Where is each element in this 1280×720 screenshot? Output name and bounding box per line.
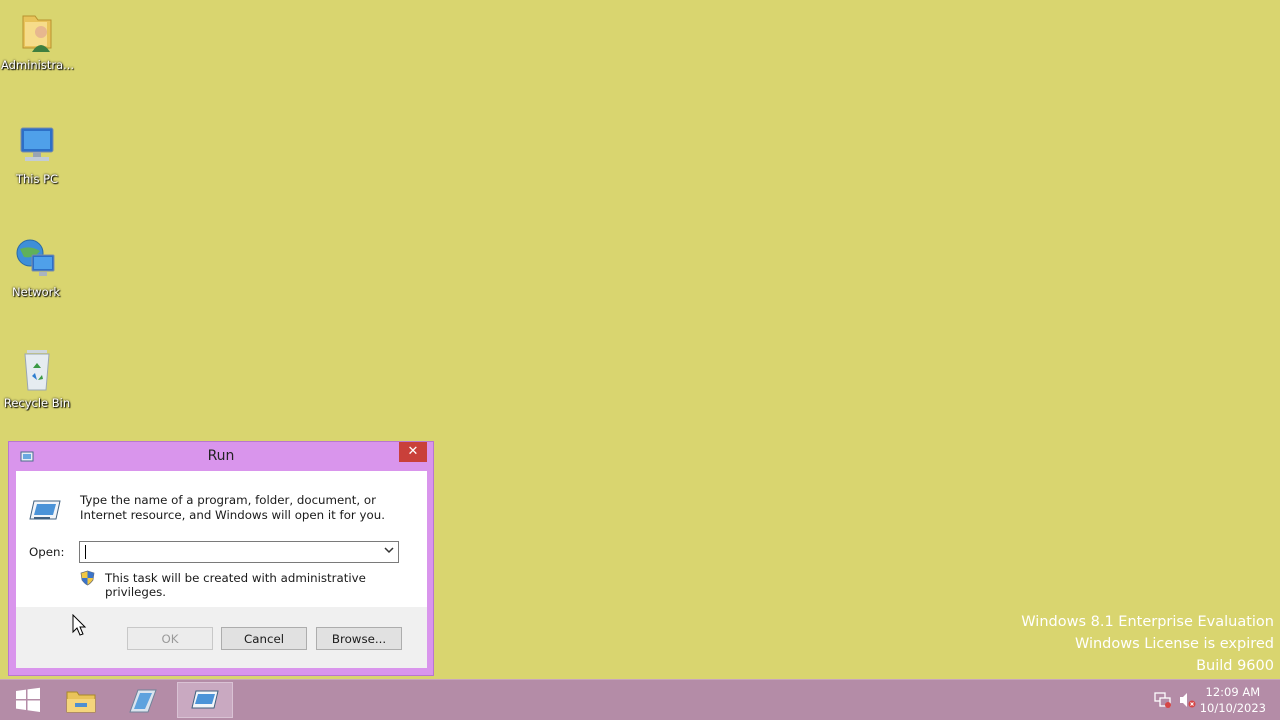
run-title: Run [207, 448, 235, 464]
run-dialog: Run ✕ Type the name of a program, folder… [8, 441, 434, 676]
clock-date: 10/10/2023 [1199, 701, 1266, 715]
browse-button[interactable]: Browse... [316, 627, 402, 650]
server-manager-icon [129, 689, 157, 713]
clock-time: 12:09 AM [1205, 685, 1261, 699]
file-explorer-icon [66, 691, 96, 713]
taskbar-server-manager[interactable] [115, 682, 171, 718]
text-caret [85, 545, 86, 559]
run-client-area: Type the name of a program, folder, docu… [16, 471, 427, 668]
desktop-icon-label: This PC [15, 172, 59, 186]
run-titlebar[interactable]: Run ✕ [9, 442, 433, 471]
open-label: Open: [29, 545, 65, 559]
windows-watermark: Windows 8.1 Enterprise Evaluation Window… [1021, 611, 1274, 677]
desktop-icon-label: Network [11, 285, 61, 299]
volume-muted-icon[interactable] [1178, 692, 1196, 708]
taskbar-run[interactable] [177, 682, 233, 718]
run-icon [28, 499, 62, 521]
uac-shield-icon [80, 570, 95, 586]
chevron-down-icon[interactable] [383, 545, 395, 559]
user-folder-icon [13, 8, 61, 56]
network-icon [12, 235, 60, 283]
desktop-icon-network[interactable]: Network [0, 235, 72, 299]
run-icon [191, 690, 219, 709]
close-button[interactable]: ✕ [399, 442, 427, 462]
ok-button[interactable]: OK [127, 627, 213, 650]
cancel-button[interactable]: Cancel [221, 627, 307, 650]
computer-icon [13, 122, 61, 170]
run-content-panel: Type the name of a program, folder, docu… [16, 471, 427, 607]
watermark-edition: Windows 8.1 Enterprise Evaluation [1021, 614, 1274, 630]
watermark-license: Windows License is expired [1074, 636, 1274, 652]
start-button[interactable] [0, 682, 56, 718]
admin-privileges-note: This task will be created with administr… [105, 571, 366, 599]
mouse-cursor-icon [72, 613, 88, 638]
desktop-icon-this-pc[interactable]: This PC [1, 122, 73, 186]
taskbar-file-explorer[interactable] [53, 682, 109, 718]
watermark-build: Build 9600 [1196, 658, 1274, 674]
desktop-icon-label: Recycle Bin [3, 396, 71, 410]
desktop-icon-label: Administra... [1, 58, 75, 72]
run-description: Type the name of a program, folder, docu… [80, 493, 385, 522]
desktop-icon-recycle-bin[interactable]: Recycle Bin [1, 346, 73, 410]
windows-logo-icon [16, 687, 40, 712]
taskbar: 12:09 AM 10/10/2023 [0, 679, 1280, 720]
taskbar-clock[interactable]: 12:09 AM 10/10/2023 [1200, 684, 1266, 716]
open-input[interactable] [83, 544, 373, 560]
recycle-bin-icon [13, 346, 61, 394]
desktop-icon-administrator[interactable]: Administra... [1, 8, 75, 72]
open-combobox[interactable] [79, 541, 399, 563]
network-status-icon[interactable] [1154, 692, 1172, 708]
